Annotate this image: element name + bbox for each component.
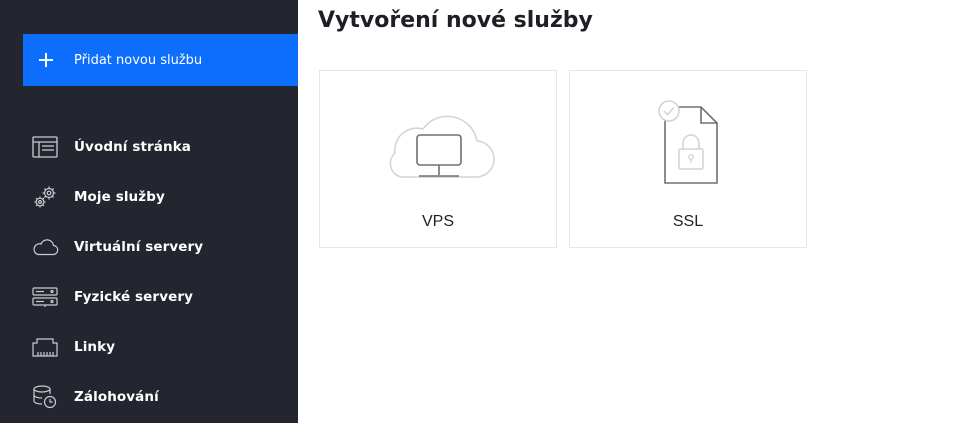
sidebar-item-home[interactable]: Úvodní stránka <box>0 122 298 172</box>
service-card-label: SSL <box>672 213 704 230</box>
sidebar-item-physical-servers[interactable]: Fyzické servery <box>0 272 298 322</box>
database-clock-icon <box>31 383 59 411</box>
sidebar-item-label: Úvodní stránka <box>74 139 191 155</box>
network-port-icon <box>31 333 59 361</box>
page-title: Vytvoření nové služby <box>318 8 593 33</box>
plus-icon <box>39 53 53 67</box>
add-service-label: Přidat novou službu <box>74 52 203 68</box>
sidebar-item-label: Moje služby <box>74 189 165 205</box>
certificate-lock-icon <box>570 71 808 201</box>
sidebar-item-label: Zálohování <box>74 389 159 405</box>
service-card-label: VPS <box>421 213 454 230</box>
sidebar-item-virtual-servers[interactable]: Virtuální servery <box>0 222 298 272</box>
sidebar-nav: Úvodní stránka Moje služby Virtuální ser… <box>0 122 298 422</box>
add-service-button[interactable]: Přidat novou službu <box>23 34 298 86</box>
sidebar-item-lines[interactable]: Linky <box>0 322 298 372</box>
gears-icon <box>31 183 59 211</box>
cloud-icon <box>31 233 59 261</box>
service-card-ssl[interactable]: SSL <box>569 70 807 248</box>
main-content: Vytvoření nové služby VPS SSL <box>298 0 955 423</box>
browser-window-icon <box>31 133 59 161</box>
server-rack-icon <box>31 283 59 311</box>
sidebar-item-label: Fyzické servery <box>74 289 194 305</box>
sidebar-item-label: Linky <box>74 339 116 355</box>
service-card-vps[interactable]: VPS <box>319 70 557 248</box>
sidebar-item-label: Virtuální servery <box>74 239 204 255</box>
sidebar-item-backup[interactable]: Zálohování <box>0 372 298 422</box>
cloud-monitor-icon <box>320 71 558 201</box>
sidebar-item-my-services[interactable]: Moje služby <box>0 172 298 222</box>
sidebar: Přidat novou službu Úvodní stránka Moje … <box>0 0 298 423</box>
